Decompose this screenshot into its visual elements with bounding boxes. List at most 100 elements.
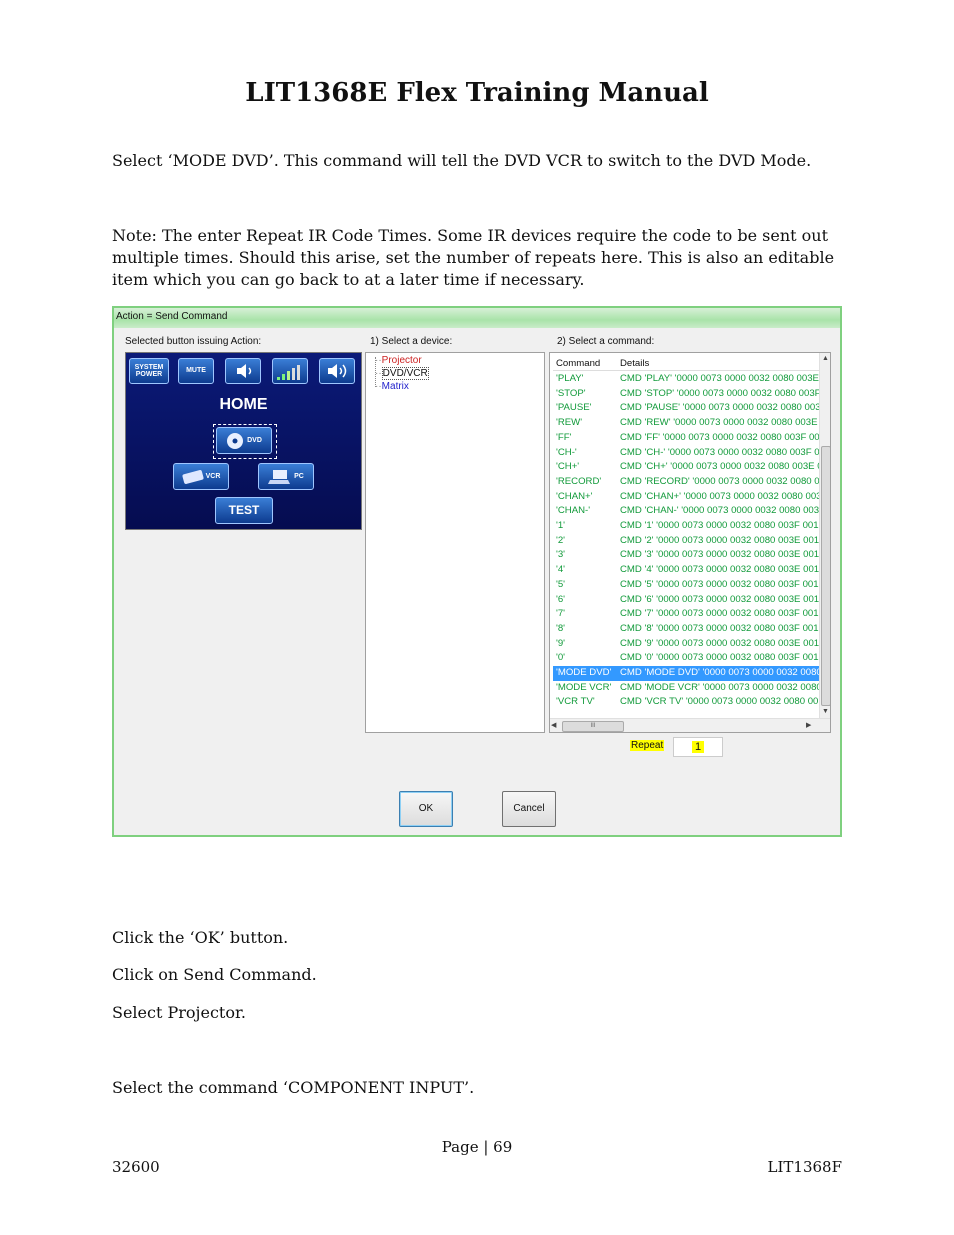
vertical-scrollbar[interactable]: ▲ ▼ [819,353,830,718]
test-button[interactable]: TEST [215,497,273,524]
vcr-button-label: VCR [205,473,221,480]
command-row[interactable]: 'PLAY' CMD 'PLAY' '0000 0073 0000 0032 00… [553,372,819,387]
document-title: LIT1368E Flex Training Manual [245,78,709,108]
speaker-high-icon [328,364,347,378]
tree-item-projector-label: Projector [381,355,422,366]
command-details: CMD 'REW' '0000 0073 0000 0032 0080 003E [620,417,818,429]
tree-item-dvdvcr[interactable]: ··DVD/VCR [375,367,429,380]
command-row[interactable]: 'CHAN+' CMD 'CHAN+' '0000 0073 0000 0032 … [553,490,819,505]
command-row[interactable]: 'CHAN-' CMD 'CHAN-' '0000 0073 0000 0032 … [553,504,819,519]
command-details: CMD 'CH+' '0000 0073 0000 0032 0080 003E… [620,461,819,473]
ok-button[interactable]: OK [399,791,453,827]
command-row[interactable]: '4' CMD '4' '0000 0073 0000 0032 0080 003… [553,563,819,578]
column-header-details[interactable]: Details [620,358,649,369]
tree-item-matrix[interactable]: ··Matrix [375,381,409,392]
command-details: CMD '9' '0000 0073 0000 0032 0080 003E 0… [620,637,819,649]
command-details: CMD 'PAUSE' '0000 0073 0000 0032 0080 00… [620,402,819,414]
command-name: 'CH-' [556,446,577,458]
tree-item-matrix-label: Matrix [381,381,409,392]
mute-button[interactable]: MUTE [178,358,214,384]
scroll-left-icon[interactable]: ◀ [551,720,561,732]
command-row[interactable]: '7' CMD '7' '0000 0073 0000 0032 0080 003… [553,607,819,622]
command-name: 'VCR TV' [556,696,595,708]
repeat-value: 1 [692,741,705,753]
command-details: CMD 'CH-' '0000 0073 0000 0032 0080 003F… [620,446,819,458]
command-row[interactable]: 'MODE DVD' CMD 'MODE DVD' '0000 0073 0000… [553,666,819,681]
command-row[interactable]: '9' CMD '9' '0000 0073 0000 0032 0080 003… [553,637,819,652]
scroll-up-icon[interactable]: ▲ [820,353,830,364]
command-row[interactable]: '2' CMD '2' '0000 0073 0000 0032 0080 003… [553,534,819,549]
command-name: 'CHAN-' [556,505,591,517]
command-details: CMD '5' '0000 0073 0000 0032 0080 003F 0… [620,578,819,590]
select-command-label: 2) Select a command: [557,336,655,347]
command-name: 'STOP' [556,387,586,399]
command-row[interactable]: '5' CMD '5' '0000 0073 0000 0032 0080 003… [553,578,819,593]
vertical-scroll-thumb[interactable] [821,446,830,706]
horizontal-scrollbar[interactable]: ◀ III ▶ [550,718,830,732]
command-details: CMD 'STOP' '0000 0073 0000 0032 0080 003… [620,387,819,399]
command-row[interactable]: '3' CMD '3' '0000 0073 0000 0032 0080 003… [553,548,819,563]
command-name: 'RECORD' [556,475,602,487]
command-name: '6' [556,593,565,605]
step-select-component-input: Select the command ‘COMPONENT INPUT’. [112,1078,475,1097]
command-row[interactable]: '0' CMD '0' '0000 0073 0000 0032 0080 003… [553,651,819,666]
scroll-right-icon[interactable]: ▶ [806,720,816,732]
home-label: HOME [219,396,268,413]
volume-level-button[interactable] [272,358,308,384]
command-row[interactable]: '1' CMD '1' '0000 0073 0000 0032 0080 003… [553,519,819,534]
system-power-button[interactable]: SYSTEM POWER [129,358,169,384]
vcr-tape-icon [182,469,204,484]
command-list: Command Details 'PLAY' CMD 'PLAY' '0000 0… [549,352,831,733]
instruction-paragraph: Select ‘MODE DVD’. This command will tel… [112,151,812,170]
command-name: '4' [556,564,565,576]
command-name: '2' [556,534,565,546]
command-row[interactable]: 'FF' CMD 'FF' '0000 0073 0000 0032 0080 0… [553,431,819,446]
dvd-button[interactable]: DVD [216,427,272,454]
column-header-command[interactable]: Command [556,358,600,369]
command-details: CMD 'FF' '0000 0073 0000 0032 0080 003F … [620,431,819,443]
command-row[interactable]: '8' CMD '8' '0000 0073 0000 0032 0080 003… [553,622,819,637]
vcr-button[interactable]: VCR [173,463,229,490]
command-name: '0' [556,652,565,664]
command-name: '1' [556,520,565,531]
footer-right: LIT1368F [767,1158,842,1176]
command-row[interactable]: 'RECORD' CMD 'RECORD' '0000 0073 0000 003… [553,475,819,490]
command-name: 'MODE DVD' [556,667,612,678]
command-details: CMD 'PLAY' '0000 0073 0000 0032 0080 003… [620,373,819,384]
command-row[interactable]: 'CH+' CMD 'CH+' '0000 0073 0000 0032 0080… [553,460,819,475]
device-tree: ··Projector ··DVD/VCR ··Matrix [365,352,545,733]
scroll-down-icon[interactable]: ▼ [820,706,830,717]
command-details: CMD '6' '0000 0073 0000 0032 0080 003E 0… [620,593,819,605]
tree-item-projector[interactable]: ··Projector [375,355,422,366]
command-name: '5' [556,578,565,590]
note-paragraph: Note: The enter Repeat IR Code Times. So… [112,226,835,289]
horizontal-scroll-thumb[interactable]: III [562,721,624,732]
step-click-ok: Click the ‘OK’ button. [112,928,289,947]
command-name: '8' [556,622,565,634]
command-details: CMD 'VCR TV' '0000 0073 0000 0032 0080 0… [620,696,819,708]
cancel-button[interactable]: Cancel [502,791,556,827]
command-details: CMD 'CHAN+' '0000 0073 0000 0032 0080 00… [620,490,819,502]
command-row[interactable]: '6' CMD '6' '0000 0073 0000 0032 0080 003… [553,593,819,608]
command-details: CMD 'MODE VCR' '0000 0073 0000 0032 0080 [620,681,819,693]
command-row[interactable]: 'CH-' CMD 'CH-' '0000 0073 0000 0032 0080… [553,446,819,461]
repeat-input[interactable]: 1 [673,737,723,757]
volume-down-button[interactable] [225,358,261,384]
command-name: 'REW' [556,417,583,429]
command-row[interactable]: 'VCR TV' CMD 'VCR TV' '0000 0073 0000 003… [553,695,819,710]
command-name: '9' [556,637,565,649]
command-row[interactable]: 'REW' CMD 'REW' '0000 0073 0000 0032 0080… [553,416,819,431]
command-row[interactable]: 'MODE VCR' CMD 'MODE VCR' '0000 0073 0000… [553,681,819,696]
command-details: CMD '2' '0000 0073 0000 0032 0080 003E 0… [620,534,819,546]
volume-up-button[interactable] [319,358,355,384]
command-name: '3' [556,549,565,561]
command-row[interactable]: 'STOP' CMD 'STOP' '0000 0073 0000 0032 00… [553,387,819,402]
command-name: 'PLAY' [556,373,584,384]
volume-bars-icon [277,365,300,380]
pc-button[interactable]: PC [258,463,314,490]
repeat-label: Repeat [630,740,665,751]
step-select-projector: Select Projector. [112,1003,246,1022]
command-name: 'FF' [556,431,572,443]
command-details: CMD 'RECORD' '0000 0073 0000 0032 0080 0… [620,475,819,487]
command-row[interactable]: 'PAUSE' CMD 'PAUSE' '0000 0073 0000 0032 … [553,401,819,416]
